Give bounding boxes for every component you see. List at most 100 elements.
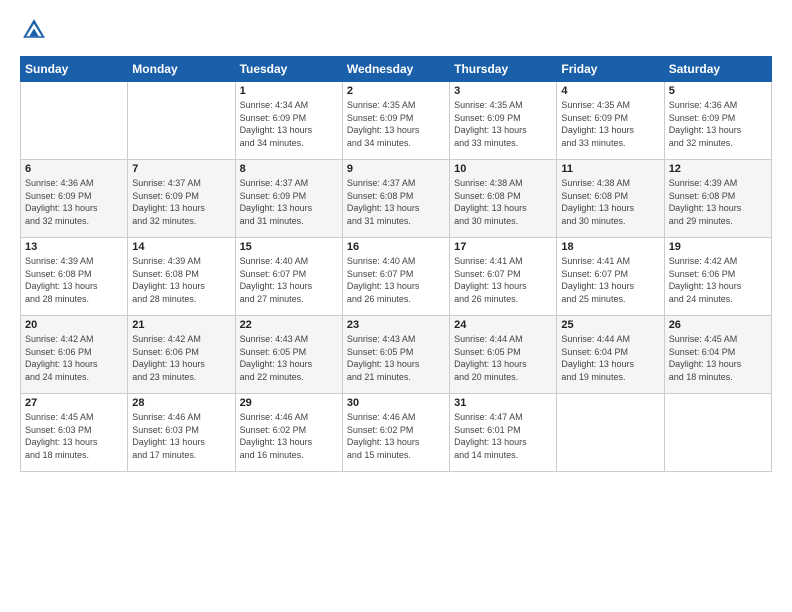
day-number: 4 [561, 85, 659, 97]
day-info: Sunrise: 4:46 AM Sunset: 6:02 PM Dayligh… [240, 412, 313, 460]
weekday-header-cell: Saturday [664, 57, 771, 82]
day-info: Sunrise: 4:41 AM Sunset: 6:07 PM Dayligh… [561, 256, 634, 304]
calendar-cell: 18 Sunrise: 4:41 AM Sunset: 6:07 PM Dayli… [557, 238, 664, 316]
day-number: 31 [454, 397, 552, 409]
day-number: 7 [132, 163, 230, 175]
day-info: Sunrise: 4:37 AM Sunset: 6:09 PM Dayligh… [132, 178, 205, 226]
day-number: 23 [347, 319, 445, 331]
calendar-cell: 7 Sunrise: 4:37 AM Sunset: 6:09 PM Daylig… [128, 160, 235, 238]
day-info: Sunrise: 4:42 AM Sunset: 6:06 PM Dayligh… [132, 334, 205, 382]
calendar-row: 13 Sunrise: 4:39 AM Sunset: 6:08 PM Dayli… [21, 238, 772, 316]
calendar-cell: 1 Sunrise: 4:34 AM Sunset: 6:09 PM Daylig… [235, 82, 342, 160]
calendar-table: SundayMondayTuesdayWednesdayThursdayFrid… [20, 56, 772, 472]
day-info: Sunrise: 4:45 AM Sunset: 6:03 PM Dayligh… [25, 412, 98, 460]
page-header [20, 16, 772, 44]
day-number: 19 [669, 241, 767, 253]
day-info: Sunrise: 4:40 AM Sunset: 6:07 PM Dayligh… [240, 256, 313, 304]
calendar-cell: 3 Sunrise: 4:35 AM Sunset: 6:09 PM Daylig… [450, 82, 557, 160]
day-number: 6 [25, 163, 123, 175]
day-number: 28 [132, 397, 230, 409]
weekday-header-row: SundayMondayTuesdayWednesdayThursdayFrid… [21, 57, 772, 82]
calendar-cell: 23 Sunrise: 4:43 AM Sunset: 6:05 PM Dayli… [342, 316, 449, 394]
logo-icon [20, 16, 48, 44]
day-number: 5 [669, 85, 767, 97]
day-info: Sunrise: 4:45 AM Sunset: 6:04 PM Dayligh… [669, 334, 742, 382]
day-number: 18 [561, 241, 659, 253]
day-number: 14 [132, 241, 230, 253]
calendar-cell: 30 Sunrise: 4:46 AM Sunset: 6:02 PM Dayli… [342, 394, 449, 472]
day-number: 1 [240, 85, 338, 97]
calendar-cell: 25 Sunrise: 4:44 AM Sunset: 6:04 PM Dayli… [557, 316, 664, 394]
day-info: Sunrise: 4:38 AM Sunset: 6:08 PM Dayligh… [561, 178, 634, 226]
calendar-cell: 14 Sunrise: 4:39 AM Sunset: 6:08 PM Dayli… [128, 238, 235, 316]
calendar-cell: 15Sunrise: 4:40 AM Sunset: 6:07 PM Dayli… [235, 238, 342, 316]
calendar-cell: 4Sunrise: 4:35 AM Sunset: 6:09 PM Daylig… [557, 82, 664, 160]
calendar-cell: 12 Sunrise: 4:39 AM Sunset: 6:08 PM Dayli… [664, 160, 771, 238]
day-info: Sunrise: 4:44 AM Sunset: 6:04 PM Dayligh… [561, 334, 634, 382]
calendar-cell: 17Sunrise: 4:41 AM Sunset: 6:07 PM Dayli… [450, 238, 557, 316]
weekday-header-cell: Monday [128, 57, 235, 82]
day-info: Sunrise: 4:39 AM Sunset: 6:08 PM Dayligh… [669, 178, 742, 226]
calendar-cell: 26 Sunrise: 4:45 AM Sunset: 6:04 PM Dayli… [664, 316, 771, 394]
day-number: 13 [25, 241, 123, 253]
day-info: Sunrise: 4:42 AM Sunset: 6:06 PM Dayligh… [669, 256, 742, 304]
day-info: Sunrise: 4:42 AM Sunset: 6:06 PM Dayligh… [25, 334, 98, 382]
day-info: Sunrise: 4:35 AM Sunset: 6:09 PM Dayligh… [347, 100, 420, 148]
day-number: 25 [561, 319, 659, 331]
day-number: 2 [347, 85, 445, 97]
day-number: 21 [132, 319, 230, 331]
day-number: 12 [669, 163, 767, 175]
calendar-cell [21, 82, 128, 160]
day-number: 29 [240, 397, 338, 409]
day-number: 10 [454, 163, 552, 175]
calendar-row: 20Sunrise: 4:42 AM Sunset: 6:06 PM Dayli… [21, 316, 772, 394]
calendar-cell: 22Sunrise: 4:43 AM Sunset: 6:05 PM Dayli… [235, 316, 342, 394]
day-info: Sunrise: 4:40 AM Sunset: 6:07 PM Dayligh… [347, 256, 420, 304]
day-info: Sunrise: 4:46 AM Sunset: 6:03 PM Dayligh… [132, 412, 205, 460]
weekday-header-cell: Friday [557, 57, 664, 82]
calendar-cell: 8 Sunrise: 4:37 AM Sunset: 6:09 PM Daylig… [235, 160, 342, 238]
calendar-cell: 10Sunrise: 4:38 AM Sunset: 6:08 PM Dayli… [450, 160, 557, 238]
calendar-cell: 9Sunrise: 4:37 AM Sunset: 6:08 PM Daylig… [342, 160, 449, 238]
day-info: Sunrise: 4:37 AM Sunset: 6:09 PM Dayligh… [240, 178, 313, 226]
day-info: Sunrise: 4:36 AM Sunset: 6:09 PM Dayligh… [669, 100, 742, 148]
calendar-cell: 11Sunrise: 4:38 AM Sunset: 6:08 PM Dayli… [557, 160, 664, 238]
calendar-cell: 21 Sunrise: 4:42 AM Sunset: 6:06 PM Dayli… [128, 316, 235, 394]
calendar-row: 27 Sunrise: 4:45 AM Sunset: 6:03 PM Dayli… [21, 394, 772, 472]
day-info: Sunrise: 4:41 AM Sunset: 6:07 PM Dayligh… [454, 256, 527, 304]
day-number: 27 [25, 397, 123, 409]
weekday-header-cell: Tuesday [235, 57, 342, 82]
day-info: Sunrise: 4:46 AM Sunset: 6:02 PM Dayligh… [347, 412, 420, 460]
day-info: Sunrise: 4:39 AM Sunset: 6:08 PM Dayligh… [25, 256, 98, 304]
calendar-cell [128, 82, 235, 160]
weekday-header-cell: Sunday [21, 57, 128, 82]
day-info: Sunrise: 4:47 AM Sunset: 6:01 PM Dayligh… [454, 412, 527, 460]
day-info: Sunrise: 4:39 AM Sunset: 6:08 PM Dayligh… [132, 256, 205, 304]
calendar-cell: 31 Sunrise: 4:47 AM Sunset: 6:01 PM Dayli… [450, 394, 557, 472]
day-number: 30 [347, 397, 445, 409]
weekday-header-cell: Thursday [450, 57, 557, 82]
day-number: 9 [347, 163, 445, 175]
day-number: 16 [347, 241, 445, 253]
calendar-cell [557, 394, 664, 472]
day-info: Sunrise: 4:34 AM Sunset: 6:09 PM Dayligh… [240, 100, 313, 148]
calendar-row: 6 Sunrise: 4:36 AM Sunset: 6:09 PM Daylig… [21, 160, 772, 238]
day-number: 3 [454, 85, 552, 97]
calendar-body: 1 Sunrise: 4:34 AM Sunset: 6:09 PM Daylig… [21, 82, 772, 472]
day-info: Sunrise: 4:44 AM Sunset: 6:05 PM Dayligh… [454, 334, 527, 382]
calendar-cell: 28 Sunrise: 4:46 AM Sunset: 6:03 PM Dayli… [128, 394, 235, 472]
calendar-cell: 20Sunrise: 4:42 AM Sunset: 6:06 PM Dayli… [21, 316, 128, 394]
day-info: Sunrise: 4:43 AM Sunset: 6:05 PM Dayligh… [347, 334, 420, 382]
calendar-row: 1 Sunrise: 4:34 AM Sunset: 6:09 PM Daylig… [21, 82, 772, 160]
day-info: Sunrise: 4:36 AM Sunset: 6:09 PM Dayligh… [25, 178, 98, 226]
day-info: Sunrise: 4:35 AM Sunset: 6:09 PM Dayligh… [454, 100, 527, 148]
day-number: 8 [240, 163, 338, 175]
day-number: 22 [240, 319, 338, 331]
calendar-cell: 2 Sunrise: 4:35 AM Sunset: 6:09 PM Daylig… [342, 82, 449, 160]
calendar-cell [664, 394, 771, 472]
logo [20, 16, 52, 44]
day-number: 26 [669, 319, 767, 331]
calendar-cell: 29 Sunrise: 4:46 AM Sunset: 6:02 PM Dayli… [235, 394, 342, 472]
calendar-cell: 16 Sunrise: 4:40 AM Sunset: 6:07 PM Dayli… [342, 238, 449, 316]
calendar-cell: 5 Sunrise: 4:36 AM Sunset: 6:09 PM Daylig… [664, 82, 771, 160]
